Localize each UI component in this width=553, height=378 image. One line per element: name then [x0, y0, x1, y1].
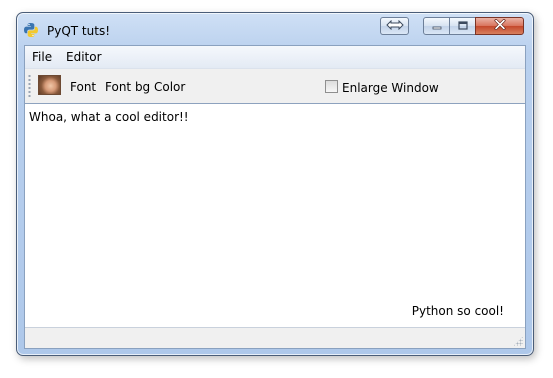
enlarge-window-checkbox[interactable]: [325, 80, 338, 93]
main-window: PyQT tuts! File Editor Font Font bg Colo…: [16, 12, 534, 356]
toolbar-grip[interactable]: [28, 74, 31, 98]
resize-button[interactable]: [380, 17, 409, 35]
minimize-icon: [432, 19, 442, 33]
client-area: File Editor Font Font bg Color Enlarge W…: [24, 45, 526, 349]
window-title: PyQT tuts!: [47, 24, 111, 38]
text-editor[interactable]: Whoa, what a cool editor!! Python so coo…: [25, 104, 525, 328]
maximize-icon: [457, 19, 468, 33]
close-icon: [494, 19, 506, 33]
font-button[interactable]: Font: [70, 80, 96, 94]
close-button[interactable]: [475, 17, 524, 35]
minimize-button[interactable]: [423, 17, 450, 35]
corner-label: Python so cool!: [411, 304, 504, 318]
toolbar: Font Font bg Color Enlarge Window: [25, 69, 525, 104]
menu-bar: File Editor: [25, 46, 525, 69]
menu-file[interactable]: File: [32, 50, 52, 64]
face-photo-icon[interactable]: [38, 75, 61, 95]
enlarge-window-label[interactable]: Enlarge Window: [342, 81, 439, 95]
python-logo-icon: [23, 22, 39, 38]
menu-editor[interactable]: Editor: [66, 50, 102, 64]
title-bar[interactable]: PyQT tuts!: [17, 13, 533, 43]
editor-content[interactable]: Whoa, what a cool editor!!: [29, 110, 189, 124]
font-bg-color-button[interactable]: Font bg Color: [105, 80, 185, 94]
size-grip[interactable]: [513, 336, 523, 346]
double-arrow-icon: [385, 19, 404, 33]
maximize-button[interactable]: [449, 17, 476, 35]
status-bar: [25, 328, 525, 348]
